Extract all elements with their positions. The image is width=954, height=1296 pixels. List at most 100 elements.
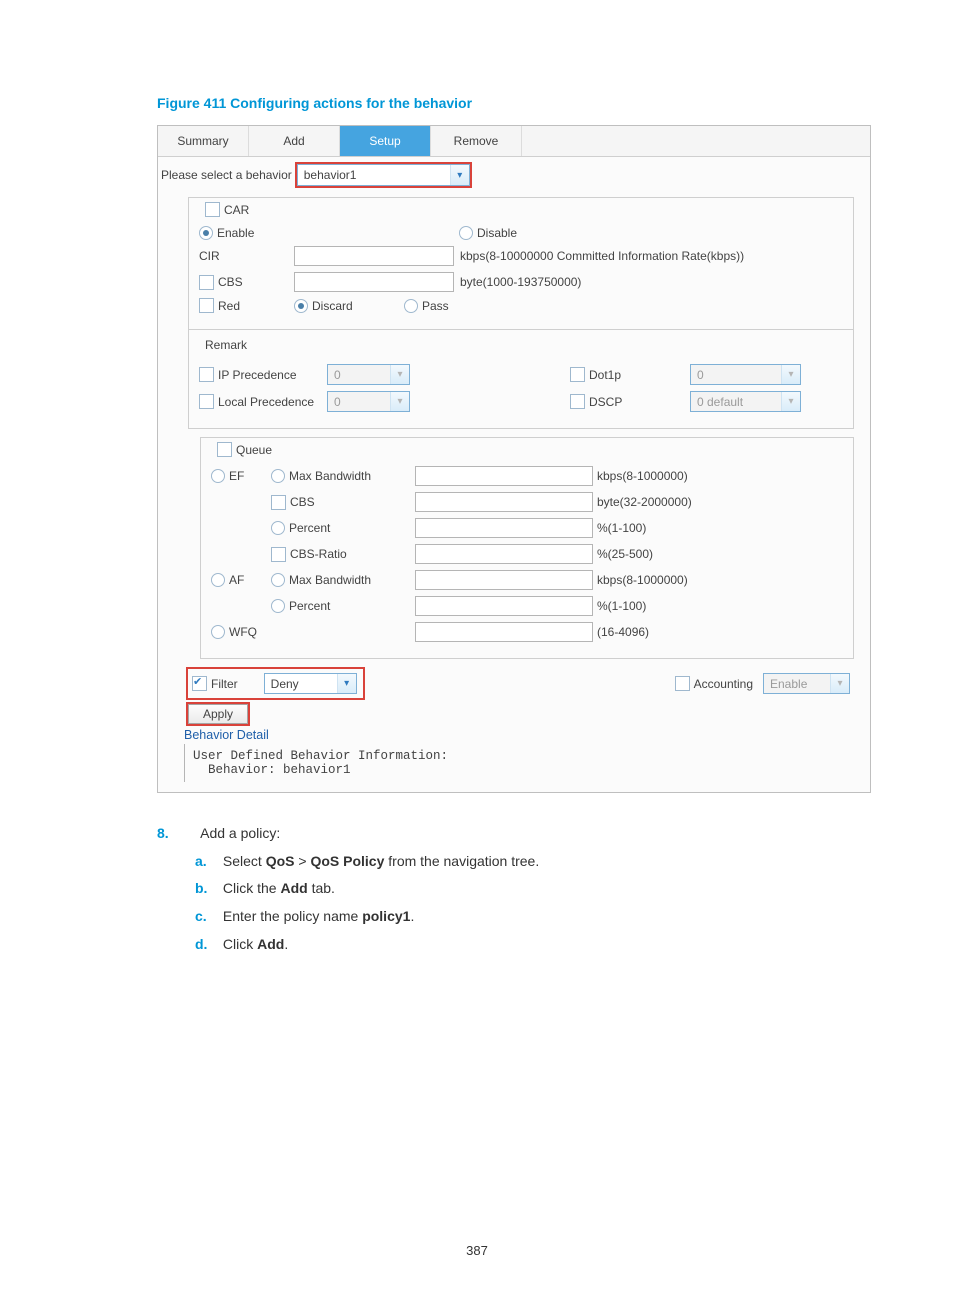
ef-radio[interactable] [211, 469, 225, 483]
step-c-marker: c. [195, 906, 219, 928]
chevron-down-icon: ▾ [390, 365, 409, 384]
remark-legend-text: Remark [205, 338, 247, 352]
lp-checkbox[interactable] [199, 394, 214, 409]
dscp-label: DSCP [589, 395, 622, 409]
af-percent-label: Percent [289, 599, 330, 613]
select-behavior-combo[interactable]: behavior1 ▾ [297, 164, 470, 186]
dscp-combo[interactable]: 0 default ▾ [690, 391, 801, 412]
cir-input[interactable] [294, 246, 454, 266]
dot1p-value: 0 [691, 365, 781, 384]
wfq-label: WFQ [229, 625, 257, 639]
chevron-down-icon: ▾ [781, 365, 800, 384]
filter-label: Filter [211, 677, 238, 691]
dscp-value: 0 default [691, 392, 781, 411]
select-behavior-label: Please select a behavior [161, 168, 292, 182]
cbs-input[interactable] [294, 272, 454, 292]
ipp-value: 0 [328, 365, 390, 384]
lp-combo[interactable]: 0 ▾ [327, 391, 410, 412]
cir-label: CIR [199, 249, 294, 263]
pass-label: Pass [422, 299, 449, 313]
cbsratio-input[interactable] [415, 544, 593, 564]
af-percent-input[interactable] [415, 596, 593, 616]
af-radio[interactable] [211, 573, 225, 587]
af-maxbw-hint: kbps(8-1000000) [597, 573, 688, 587]
tab-bar: Summary Add Setup Remove [158, 126, 870, 157]
accounting-checkbox[interactable] [675, 676, 690, 691]
chevron-down-icon: ▾ [450, 165, 469, 185]
ipp-label: IP Precedence [218, 368, 297, 382]
select-behavior-value: behavior1 [298, 165, 450, 185]
remark-fieldset: Remark IP Precedence 0 ▾ Dot1p 0 [188, 329, 854, 429]
tab-setup[interactable]: Setup [340, 126, 431, 156]
step-c-text: Enter the policy name policy1. [223, 908, 414, 924]
lp-value: 0 [328, 392, 390, 411]
figure-caption: Figure 411 Configuring actions for the b… [157, 95, 869, 111]
cbsratio-label: CBS-Ratio [290, 547, 347, 561]
ef-percent-input[interactable] [415, 518, 593, 538]
ef-maxbw-label: Max Bandwidth [289, 469, 371, 483]
discard-radio[interactable] [294, 299, 308, 313]
step-number: 8. [157, 823, 197, 845]
wfq-hint: (16-4096) [597, 625, 649, 639]
wfq-input[interactable] [415, 622, 593, 642]
dscp-checkbox[interactable] [570, 394, 585, 409]
discard-label: Discard [312, 299, 353, 313]
step-d-text: Click Add. [223, 936, 288, 952]
cbs-label: CBS [218, 275, 243, 289]
red-checkbox[interactable] [199, 298, 214, 313]
af-maxbw-radio[interactable] [271, 573, 285, 587]
cbsratio-hint: %(25-500) [597, 547, 653, 561]
ipp-checkbox[interactable] [199, 367, 214, 382]
ef-maxbw-radio[interactable] [271, 469, 285, 483]
behavior-detail-box: User Defined Behavior Information: Behav… [184, 744, 850, 782]
car-checkbox[interactable] [205, 202, 220, 217]
tab-summary[interactable]: Summary [158, 126, 249, 156]
step-b-text: Click the Add tab. [223, 880, 335, 896]
chevron-down-icon: ▾ [830, 674, 849, 693]
ef-maxbw-hint: kbps(8-1000000) [597, 469, 688, 483]
remark-legend: Remark [199, 338, 253, 352]
step-a-marker: a. [195, 851, 219, 873]
queue-checkbox[interactable] [217, 442, 232, 457]
screenshot-panel: Summary Add Setup Remove Please select a… [157, 125, 871, 793]
chevron-down-icon: ▾ [390, 392, 409, 411]
chevron-down-icon: ▾ [337, 674, 356, 693]
cbs-checkbox[interactable] [199, 275, 214, 290]
behavior-detail-heading: Behavior Detail [184, 728, 870, 742]
ef-cbs-checkbox[interactable] [271, 495, 286, 510]
dot1p-checkbox[interactable] [570, 367, 585, 382]
tab-remove[interactable]: Remove [431, 126, 522, 156]
car-enable-radio[interactable] [199, 226, 213, 240]
filter-combo[interactable]: Deny ▾ [264, 673, 357, 694]
ef-label: EF [229, 469, 244, 483]
car-legend-text: CAR [224, 203, 249, 217]
step-d-marker: d. [195, 934, 219, 956]
ef-percent-radio[interactable] [271, 521, 285, 535]
car-disable-radio[interactable] [459, 226, 473, 240]
ipp-combo[interactable]: 0 ▾ [327, 364, 410, 385]
step-a-text: Select QoS > QoS Policy from the navigat… [223, 853, 539, 869]
apply-button[interactable]: Apply [188, 704, 248, 724]
dot1p-combo[interactable]: 0 ▾ [690, 364, 801, 385]
filter-value: Deny [265, 674, 337, 693]
filter-checkbox[interactable] [192, 676, 207, 691]
lp-label: Local Precedence [218, 395, 314, 409]
queue-fieldset: Queue EF Max Bandwidth kbps(8-1000000) [200, 437, 854, 659]
cbsratio-checkbox[interactable] [271, 547, 286, 562]
af-maxbw-input[interactable] [415, 570, 593, 590]
tab-add[interactable]: Add [249, 126, 340, 156]
af-percent-radio[interactable] [271, 599, 285, 613]
pass-radio[interactable] [404, 299, 418, 313]
ef-percent-label: Percent [289, 521, 330, 535]
ef-cbs-input[interactable] [415, 492, 593, 512]
car-enable-label: Enable [217, 226, 254, 240]
accounting-combo[interactable]: Enable ▾ [763, 673, 850, 694]
ef-maxbw-input[interactable] [415, 466, 593, 486]
wfq-radio[interactable] [211, 625, 225, 639]
af-percent-hint: %(1-100) [597, 599, 646, 613]
af-maxbw-label: Max Bandwidth [289, 573, 371, 587]
cir-hint: kbps(8-10000000 Committed Information Ra… [460, 249, 744, 263]
car-fieldset: CAR Enable Disable CIR kbps(8-10000000 C… [188, 197, 854, 330]
ef-percent-hint: %(1-100) [597, 521, 646, 535]
step-b-marker: b. [195, 878, 219, 900]
